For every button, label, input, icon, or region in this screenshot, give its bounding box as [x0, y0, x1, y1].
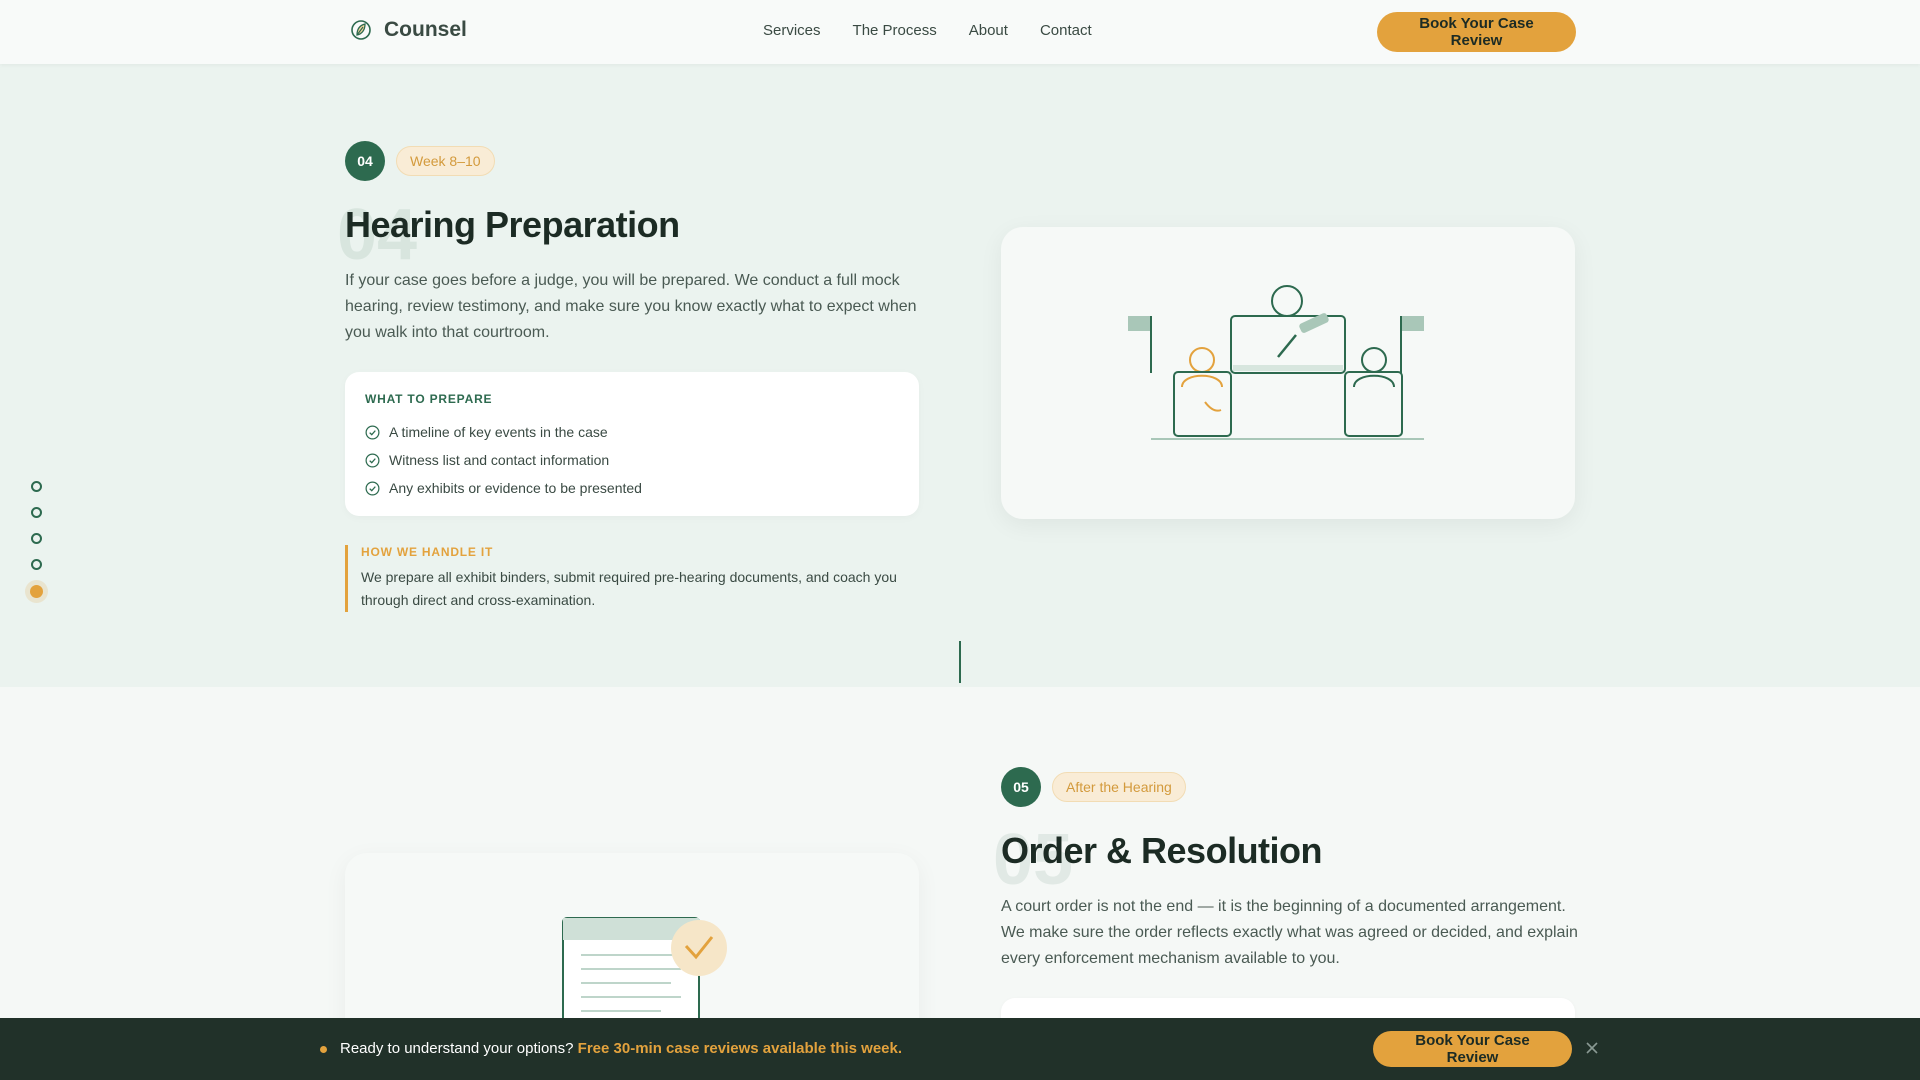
how-we-handle-it-block: HOW WE HANDLE IT We prepare all exhibit …	[345, 545, 925, 612]
client-stand-icon	[1173, 371, 1232, 437]
witness-head-icon	[1361, 347, 1387, 373]
step-timeframe-pill: Week 8–10	[396, 146, 495, 176]
prepare-item-text: A timeline of key events in the case	[389, 424, 608, 440]
banner-book-review-button[interactable]: Book Your Case Review	[1373, 1031, 1572, 1067]
top-navigation: Counsel Services The Process About Conta…	[0, 0, 1920, 64]
banner-highlight: Free 30-min case reviews available this …	[577, 1040, 903, 1057]
step-title: Hearing Preparation	[345, 204, 680, 245]
book-review-button[interactable]: Book Your Case Review	[1377, 12, 1576, 52]
progress-dot-5-active[interactable]	[30, 585, 43, 598]
flag-left-icon	[1128, 316, 1150, 331]
step-description: If your case goes before a judge, you wi…	[345, 272, 917, 341]
check-circle-icon	[365, 481, 380, 495]
what-to-prepare-card: WHAT TO PREPARE A timeline of key events…	[345, 372, 919, 516]
courtroom-illustration-card	[1001, 227, 1575, 519]
progress-dot-2[interactable]	[31, 507, 42, 518]
prepare-list-item: Witness list and contact information	[365, 446, 899, 474]
witness-stand-icon	[1344, 371, 1403, 437]
judge-head-icon	[1271, 285, 1303, 317]
timeline-connector	[959, 641, 961, 683]
step-section-hearing-preparation	[0, 64, 1920, 687]
brand[interactable]: Counsel	[350, 18, 467, 42]
nav-links: Services The Process About Contact	[763, 22, 1092, 39]
handle-text: We prepare all exhibit binders, submit r…	[361, 569, 897, 608]
progress-dot-1[interactable]	[31, 481, 42, 492]
step-description: A court order is not the end — it is the…	[1001, 898, 1578, 967]
check-circle-icon	[365, 453, 380, 467]
nav-link-process[interactable]: The Process	[853, 22, 937, 39]
close-icon[interactable]	[1585, 1041, 1599, 1055]
flag-right-icon	[1402, 316, 1424, 331]
check-seal-icon	[671, 920, 727, 976]
prepare-item-text: Witness list and contact information	[389, 452, 610, 468]
leaf-logo-icon	[351, 20, 371, 40]
nav-link-services[interactable]: Services	[763, 22, 821, 39]
prepare-list-item: A timeline of key events in the case	[365, 418, 899, 446]
banner-text: Ready to understand your options?	[340, 1040, 574, 1057]
progress-dot-3[interactable]	[31, 533, 42, 544]
courtroom-illustration	[1128, 285, 1424, 440]
step-timeframe-pill: After the Hearing	[1052, 772, 1186, 802]
progress-dot-4[interactable]	[31, 559, 42, 570]
prepare-card-title: WHAT TO PREPARE	[365, 392, 493, 406]
banner-message: Ready to understand your options? Free 3…	[340, 1040, 902, 1057]
handle-title: HOW WE HANDLE IT	[361, 545, 494, 559]
promo-banner: Ready to understand your options? Free 3…	[0, 1018, 1920, 1080]
check-circle-icon	[365, 425, 380, 439]
status-dot-icon	[320, 1046, 327, 1053]
client-head-icon	[1189, 347, 1215, 373]
prepare-list-item: Any exhibits or evidence to be presented	[365, 474, 899, 502]
step-number-badge: 04	[345, 141, 385, 181]
nav-link-contact[interactable]: Contact	[1040, 22, 1092, 39]
step-number-badge: 05	[1001, 767, 1041, 807]
prepare-item-text: Any exhibits or evidence to be presented	[389, 480, 642, 496]
nav-link-about[interactable]: About	[969, 22, 1008, 39]
brand-name: Counsel	[384, 18, 467, 41]
step-title: Order & Resolution	[1001, 830, 1323, 871]
